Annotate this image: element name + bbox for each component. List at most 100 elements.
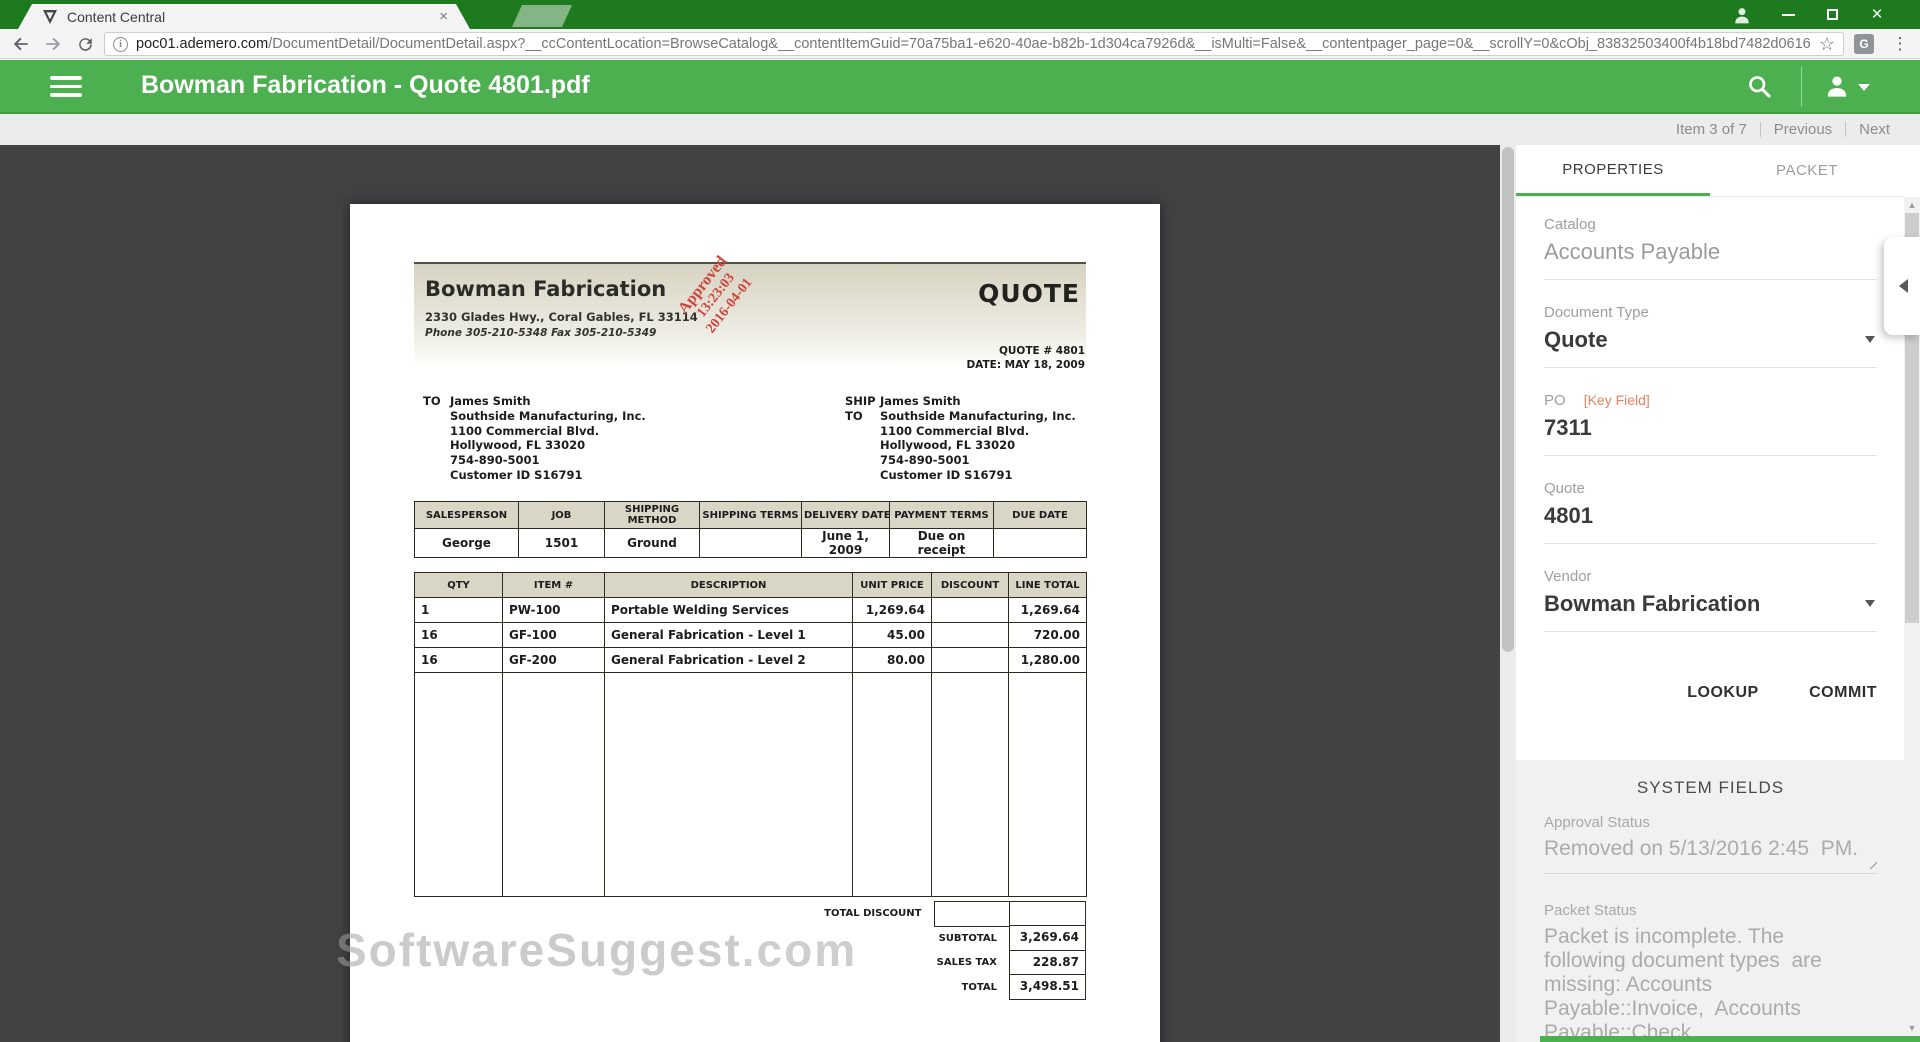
table-row: George 1501 Ground June 1, 2009 Due on r… bbox=[414, 528, 1087, 558]
quote-title: QUOTE bbox=[978, 279, 1080, 308]
chevron-left-icon bbox=[1892, 279, 1908, 293]
catalog-label: Catalog bbox=[1544, 216, 1596, 233]
chevron-down-icon[interactable] bbox=[1865, 336, 1875, 348]
hamburger-menu-icon[interactable] bbox=[50, 76, 82, 102]
url-text: poc01.ademero.com/DocumentDetail/Documen… bbox=[136, 36, 1811, 52]
approval-status-value[interactable]: Removed on 5/13/2016 2:45 PM. bbox=[1544, 837, 1877, 874]
system-fields-title: SYSTEM FIELDS bbox=[1636, 778, 1785, 797]
scroll-up-icon[interactable]: ▲ bbox=[1904, 197, 1920, 213]
ship-to-label: SHIP TO bbox=[845, 394, 876, 423]
to-address: James Smith Southside Manufacturing, Inc.… bbox=[450, 394, 646, 482]
catalog-value[interactable]: Accounts Payable bbox=[1544, 239, 1877, 280]
address-bar[interactable]: i poc01.ademero.com/DocumentDetail/Docum… bbox=[104, 32, 1844, 56]
resize-grip-icon[interactable] bbox=[1866, 858, 1877, 869]
previous-button[interactable]: Previous bbox=[1774, 121, 1832, 138]
ship-to-address: James Smith Southside Manufacturing, Inc.… bbox=[880, 394, 1076, 482]
sales-tax-value: 228.87 bbox=[1009, 949, 1086, 976]
key-field-badge: [Key Field] bbox=[1583, 392, 1650, 408]
quote-field: Quote 4801 bbox=[1544, 480, 1877, 544]
quote-input[interactable]: 4801 bbox=[1544, 503, 1877, 544]
packet-status-field: Packet Status Packet is incomplete. The … bbox=[1544, 902, 1877, 1042]
document-viewer: Bowman Fabrication 2330 Glades Hwy., Cor… bbox=[0, 145, 1500, 1042]
tab-title: Content Central bbox=[67, 8, 166, 25]
quote-label: Quote bbox=[1544, 480, 1585, 497]
document-type-label: Document Type bbox=[1544, 304, 1649, 321]
subtotal-label: SUBTOTAL bbox=[938, 932, 997, 944]
table-row: 16 GF-200 General Fabrication - Level 2 … bbox=[414, 647, 1087, 673]
panel-footer-bar bbox=[1540, 1036, 1920, 1042]
extension-icon[interactable]: G bbox=[1854, 34, 1874, 54]
table-row: 16 GF-100 General Fabrication - Level 1 … bbox=[414, 622, 1087, 648]
favicon-icon bbox=[42, 9, 58, 25]
pager-divider bbox=[1759, 122, 1761, 137]
po-label: PO [Key Field] bbox=[1544, 392, 1650, 409]
quote-number: QUOTE # 4801 bbox=[998, 345, 1085, 357]
document-type-field: Document Type Quote bbox=[1544, 304, 1877, 368]
panel-collapse-handle[interactable] bbox=[1884, 237, 1920, 335]
viewer-scrollbar[interactable] bbox=[1500, 145, 1516, 1042]
lookup-button[interactable]: LOOKUP bbox=[1687, 684, 1758, 701]
subtotal-value: 3,269.64 bbox=[1009, 925, 1086, 951]
vendor-label: Vendor bbox=[1544, 568, 1592, 585]
total-discount-amount-cell bbox=[1009, 900, 1086, 927]
to-label: TO bbox=[423, 394, 441, 408]
tab-packet[interactable]: PACKET bbox=[1710, 145, 1904, 196]
viewer-scrollbar-thumb[interactable] bbox=[1502, 147, 1514, 652]
shipping-table: SALESPERSON JOB SHIPPING METHOD SHIPPING… bbox=[414, 501, 1087, 558]
window-minimize-button[interactable] bbox=[1771, 0, 1805, 29]
company-phone: Phone 305-210-5348 Fax 305-210-5349 bbox=[425, 327, 657, 339]
browser-menu-icon[interactable]: ⋮ bbox=[1890, 32, 1910, 56]
app-header: Bowman Fabrication - Quote 4801.pdf bbox=[0, 60, 1920, 114]
forward-icon[interactable] bbox=[40, 32, 66, 56]
page-title: Bowman Fabrication - Quote 4801.pdf bbox=[141, 71, 590, 99]
quote-date: DATE: MAY 18, 2009 bbox=[966, 359, 1085, 371]
po-input[interactable]: 7311 bbox=[1544, 415, 1877, 456]
new-tab-button[interactable] bbox=[512, 5, 572, 27]
header-divider bbox=[1801, 67, 1802, 107]
user-icon bbox=[1827, 76, 1847, 97]
next-button[interactable]: Next bbox=[1859, 121, 1890, 138]
user-menu[interactable] bbox=[1824, 73, 1870, 99]
po-field: PO [Key Field] 7311 bbox=[1544, 392, 1877, 456]
table-row: 1 PW-100 Portable Welding Services 1,269… bbox=[414, 597, 1087, 623]
back-icon[interactable] bbox=[8, 32, 34, 56]
total-value: 3,498.51 bbox=[1009, 974, 1086, 1000]
browser-profile-icon[interactable] bbox=[1725, 0, 1759, 29]
browser-tab[interactable]: Content Central × bbox=[18, 4, 470, 29]
pager-bar: Item 3 of 7 Previous Next bbox=[0, 114, 1920, 145]
approval-status-field: Approval Status Removed on 5/13/2016 2:4… bbox=[1544, 814, 1877, 874]
vendor-select[interactable]: Bowman Fabrication bbox=[1544, 591, 1877, 632]
reload-icon[interactable] bbox=[72, 32, 98, 56]
pager-divider bbox=[1845, 122, 1847, 137]
tab-close-icon[interactable]: × bbox=[439, 8, 448, 25]
packet-status-value[interactable]: Packet is incomplete. The following docu… bbox=[1544, 925, 1877, 1042]
company-name: Bowman Fabrication bbox=[425, 277, 667, 301]
catalog-field: Catalog Accounts Payable bbox=[1544, 216, 1877, 280]
tab-properties[interactable]: PROPERTIES bbox=[1516, 145, 1710, 196]
watermark: SoftwareSuggest.com bbox=[336, 924, 858, 976]
window-maximize-button[interactable] bbox=[1815, 0, 1849, 29]
window-close-button[interactable]: × bbox=[1860, 0, 1894, 29]
company-address: 2330 Glades Hwy., Coral Gables, FL 33114 bbox=[425, 310, 698, 324]
total-label: TOTAL bbox=[961, 981, 997, 993]
search-icon[interactable] bbox=[1746, 73, 1773, 100]
quote-meta: QUOTE # 4801 DATE: MAY 18, 2009 bbox=[966, 344, 1085, 372]
system-fields-section: SYSTEM FIELDS Approval Status Removed on… bbox=[1516, 760, 1904, 1042]
item-count-label: Item 3 of 7 bbox=[1675, 121, 1747, 138]
browser-tab-bar: Content Central × × bbox=[0, 0, 1920, 29]
commit-button[interactable]: COMMIT bbox=[1809, 684, 1877, 701]
document-type-select[interactable]: Quote bbox=[1544, 327, 1877, 368]
properties-panel: PROPERTIES PACKET Catalog Accounts Payab… bbox=[1516, 145, 1920, 1042]
sales-tax-label: SALES TAX bbox=[936, 957, 997, 968]
bookmark-star-icon[interactable]: ☆ bbox=[1819, 34, 1835, 55]
pdf-page: Bowman Fabrication 2330 Glades Hwy., Cor… bbox=[350, 204, 1160, 1042]
packet-status-label: Packet Status bbox=[1544, 902, 1637, 919]
page-info-icon[interactable]: i bbox=[113, 36, 128, 52]
chevron-down-icon[interactable] bbox=[1865, 600, 1875, 612]
total-discount-cell bbox=[933, 900, 1011, 927]
vendor-field: Vendor Bowman Fabrication bbox=[1544, 568, 1877, 632]
approval-status-label: Approval Status bbox=[1544, 814, 1650, 831]
total-discount-label: TOTAL DISCOUNT bbox=[824, 908, 922, 919]
scroll-down-icon[interactable]: ▼ bbox=[1904, 1020, 1920, 1036]
line-items-table: QTY ITEM # DESCRIPTION UNIT PRICE DISCOU… bbox=[414, 572, 1087, 897]
